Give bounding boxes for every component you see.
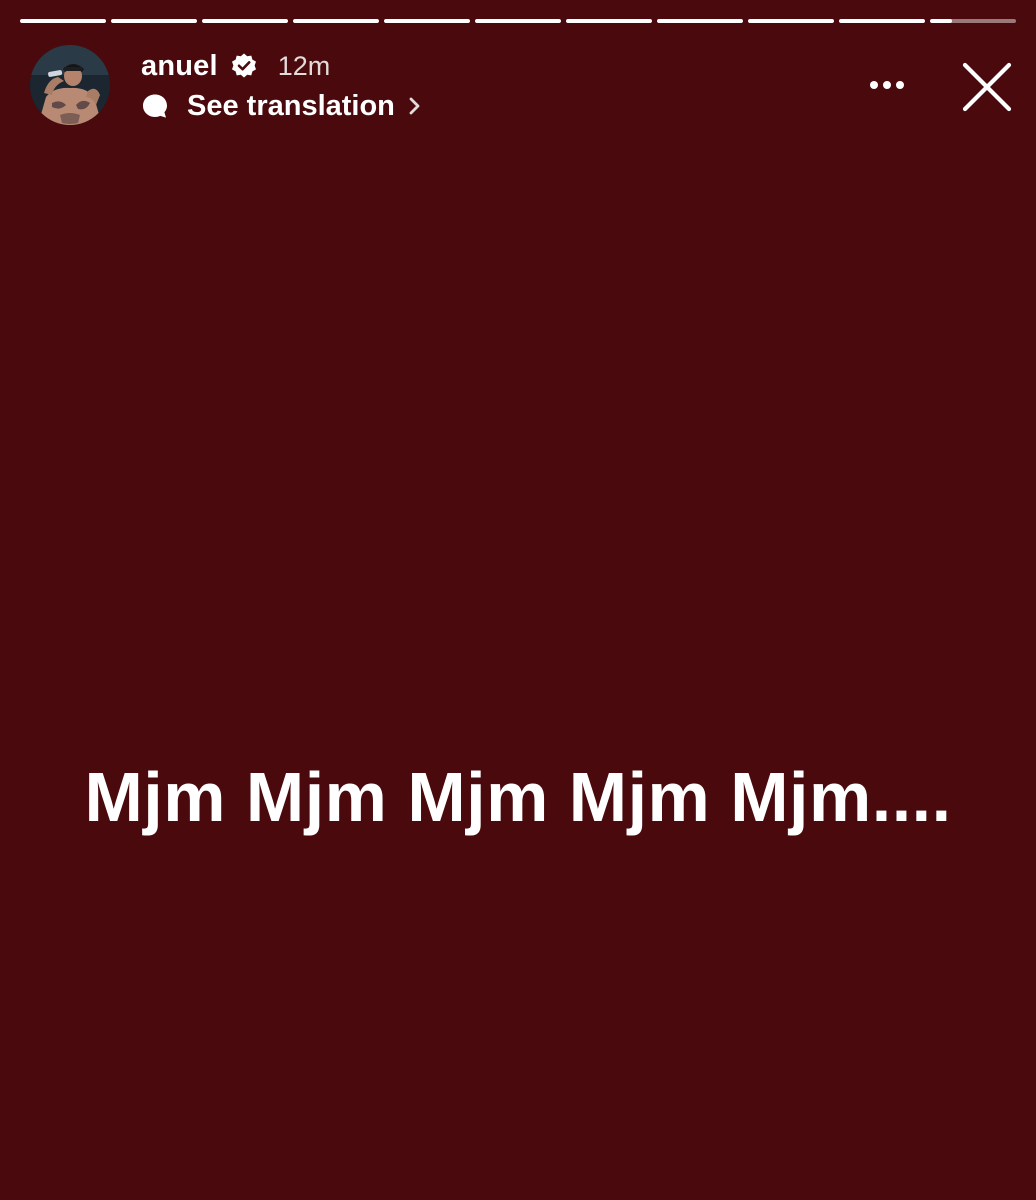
progress-segment xyxy=(202,19,288,23)
verified-badge-icon xyxy=(230,52,258,80)
profile-avatar[interactable] xyxy=(30,45,110,125)
story-timestamp: 12m xyxy=(277,50,331,81)
story-text: Mjm Mjm Mjm Mjm Mjm.... xyxy=(84,758,952,836)
progress-segment-fill xyxy=(475,19,561,23)
chevron-right-icon xyxy=(407,93,423,119)
progress-segment xyxy=(657,19,743,23)
progress-segment-fill xyxy=(748,19,834,23)
progress-segment-fill xyxy=(293,19,379,23)
story-header: anuel 12m xyxy=(141,46,330,86)
progress-segment xyxy=(475,19,561,23)
progress-segment xyxy=(111,19,197,23)
progress-segment-fill xyxy=(930,19,952,23)
progress-segment xyxy=(930,19,1016,23)
close-icon xyxy=(962,62,1012,112)
see-translation-button[interactable]: See translation xyxy=(141,86,423,126)
profile-photo xyxy=(30,45,110,125)
progress-segment-fill xyxy=(384,19,470,23)
progress-segment-fill xyxy=(657,19,743,23)
story-viewer[interactable]: anuel 12m See translation Mjm Mjm Mjm Mj… xyxy=(0,0,1036,1200)
close-button[interactable] xyxy=(956,56,1018,118)
speech-bubble-icon xyxy=(141,92,169,120)
see-translation-label: See translation xyxy=(187,89,395,122)
more-dots-icon xyxy=(870,81,904,89)
progress-segment xyxy=(566,19,652,23)
story-progress-bar xyxy=(20,19,1016,24)
progress-segment xyxy=(384,19,470,23)
progress-segment-fill xyxy=(566,19,652,23)
progress-segment-fill xyxy=(839,19,925,23)
username[interactable]: anuel xyxy=(141,50,218,83)
progress-segment xyxy=(748,19,834,23)
progress-segment-fill xyxy=(111,19,197,23)
progress-segment xyxy=(839,19,925,23)
progress-segment-fill xyxy=(20,19,106,23)
more-options-button[interactable] xyxy=(860,66,914,104)
progress-segment xyxy=(20,19,106,23)
progress-segment-fill xyxy=(202,19,288,23)
progress-segment xyxy=(293,19,379,23)
